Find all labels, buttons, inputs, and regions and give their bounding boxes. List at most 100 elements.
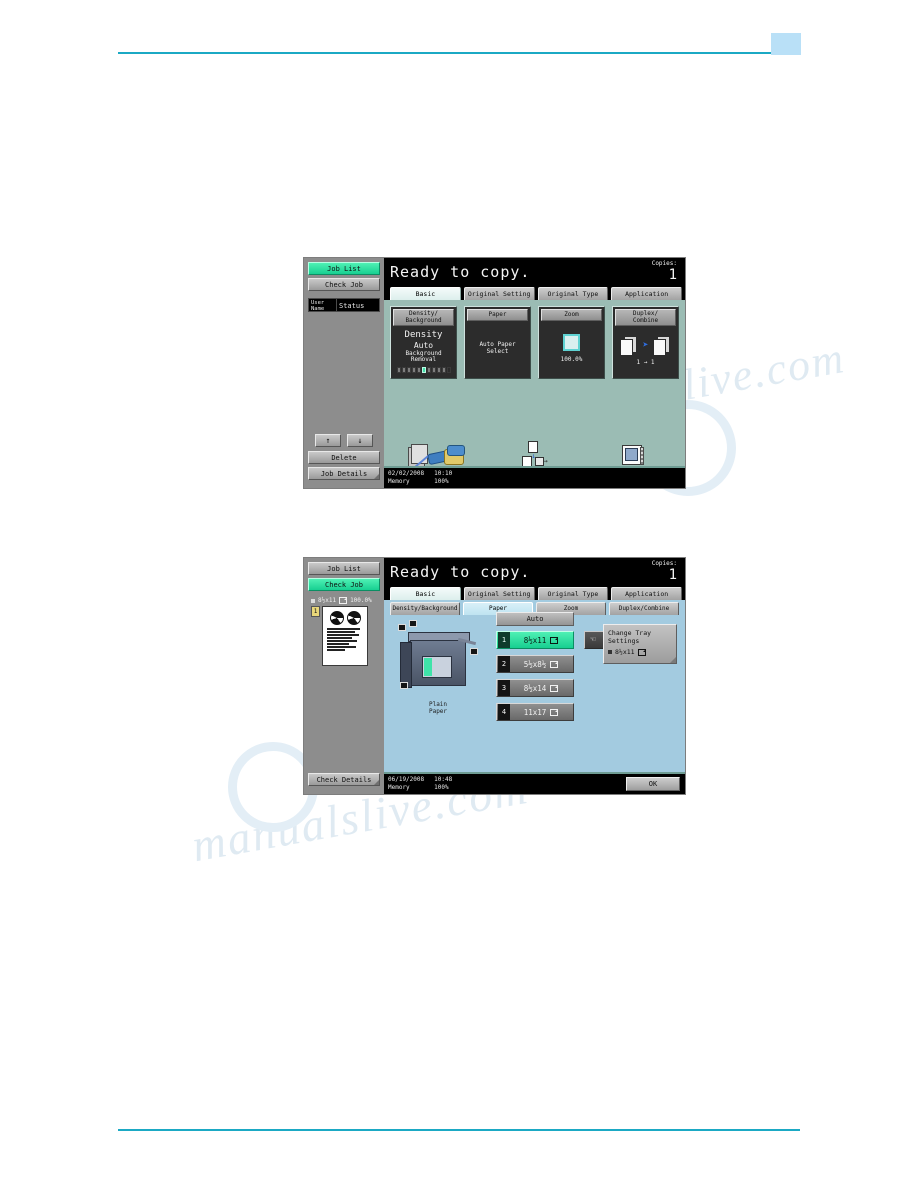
density-step-11[interactable] [446, 366, 451, 373]
tray-button-2[interactable]: 2 5½x8½ [496, 655, 574, 673]
job-table-header: User Name Status [308, 298, 380, 312]
card-paper-header: Paper [467, 309, 528, 321]
density-step-5[interactable] [416, 366, 421, 373]
preview-row: 1 [311, 606, 377, 666]
copier-panel-paper: Job List Check Job 8½x11 100.0% 1 Check … [303, 557, 686, 795]
card-paper-header-line1: Paper [488, 310, 507, 318]
density-step-9[interactable] [436, 366, 441, 373]
tab-application[interactable]: Application [611, 587, 682, 600]
orientation-icon [550, 684, 559, 692]
copier-screen: Ready to copy. Copies: 1 Basic Original … [384, 558, 685, 794]
card-zoom[interactable]: Zoom 100.0% [538, 306, 605, 379]
density-step-8[interactable] [431, 366, 436, 373]
density-step-1[interactable] [396, 366, 401, 373]
duplex-illustration: ➤ [620, 335, 671, 356]
printer-illustration: Plain Paper [396, 618, 480, 714]
density-step-4[interactable] [411, 366, 416, 373]
status-message: Ready to copy. [390, 563, 531, 581]
pie-chart-thumb-icon [329, 611, 344, 625]
orientation-icon [339, 597, 348, 604]
copies-indicator: Copies: 1 [652, 260, 677, 282]
paper-selection-area: Plain Paper Auto 1 8½x11 2 5½x8½ 3 8½x14… [384, 600, 685, 772]
density-step-3[interactable] [406, 366, 411, 373]
auto-paper-button[interactable]: Auto [496, 612, 574, 626]
status-memory-value: 100% [434, 478, 449, 485]
feature-card-row: Density/ Background Density Auto Backgro… [384, 300, 685, 379]
card-density-body: Density Auto Background Removal [393, 326, 454, 376]
card-paper[interactable]: Paper Auto Paper Select [464, 306, 531, 379]
density-step-7[interactable] [426, 366, 431, 373]
thumbnail-images [326, 611, 364, 625]
tray-button-4[interactable]: 4 11x17 [496, 703, 574, 721]
zoom-value: 100.0% [560, 355, 583, 363]
tab-basic[interactable]: Basic [390, 587, 461, 600]
tab-original-setting[interactable]: Original Setting [463, 587, 535, 600]
page-header-marker [771, 33, 801, 55]
check-details-button[interactable]: Check Details [308, 773, 380, 786]
title-bar: Ready to copy. Copies: 1 [384, 558, 685, 586]
tab-application[interactable]: Application [611, 287, 682, 300]
copies-indicator: Copies: 1 [652, 560, 677, 582]
duplex-value: 1 → 1 [636, 358, 655, 366]
tray-button-3[interactable]: 3 8½x14 [496, 679, 574, 697]
status-message: Ready to copy. [390, 263, 531, 281]
job-table-body[interactable] [308, 312, 380, 434]
card-density-header: Density/ Background [393, 309, 454, 326]
paper-type-label: Plain Paper [396, 701, 480, 715]
status-memory-value: 100% [434, 784, 449, 791]
tray-number: 3 [498, 680, 510, 696]
page-footer-rule [118, 1129, 800, 1131]
scroll-up-arrow-icon[interactable]: ↑ [315, 434, 341, 447]
tray-size: 11x17 [510, 708, 572, 717]
preview-zoom: 100.0% [350, 597, 372, 604]
preview-size: 8½x11 [318, 597, 337, 604]
change-tray-settings-button[interactable]: Change Tray Settings 8½x11 [603, 624, 677, 664]
preview-thumbnail[interactable] [322, 606, 368, 666]
density-step-10[interactable] [441, 366, 446, 373]
check-job-button[interactable]: Check Job [308, 578, 380, 591]
card-zoom-header: Zoom [541, 309, 602, 321]
tray-size: 8½x14 [510, 684, 572, 693]
paper-size-icon [608, 650, 612, 654]
ok-button[interactable]: OK [626, 777, 680, 791]
job-table-col-status: Status [339, 302, 365, 310]
card-density-background[interactable]: Density/ Background Density Auto Backgro… [390, 306, 457, 379]
paper-work-area: Density/ Background Paper Zoom Duplex/ C… [384, 600, 685, 794]
card-duplex-combine[interactable]: Duplex/ Combine ➤ 1 → 1 [612, 306, 679, 379]
density-step-2[interactable] [401, 366, 406, 373]
status-date: 02/02/2008 [388, 470, 425, 477]
hand-feed-icon: ☜ [590, 635, 596, 645]
delete-button[interactable]: Delete [308, 451, 380, 464]
main-tab-row: Basic Original Setting Original Type App… [384, 586, 685, 600]
tab-original-type[interactable]: Original Type [537, 287, 609, 300]
zoom-ratio-icon [563, 333, 580, 351]
job-table-col-user: User Name [309, 299, 337, 312]
job-details-button[interactable]: Job Details [308, 467, 380, 480]
tab-basic[interactable]: Basic [390, 287, 461, 300]
job-list-button[interactable]: Job List [308, 262, 380, 275]
finishing-icon [408, 441, 466, 471]
copier-panel-basic: Job List Check Job User Name Status ↑ ↓ … [303, 257, 686, 489]
density-scale[interactable] [396, 366, 451, 373]
scroll-down-arrow-icon[interactable]: ↓ [347, 434, 373, 447]
output-sheet-icon [652, 335, 671, 356]
tab-original-type[interactable]: Original Type [537, 587, 609, 600]
density-label: Density [404, 329, 443, 340]
job-list-button[interactable]: Job List [308, 562, 380, 575]
check-job-button[interactable]: Check Job [308, 278, 380, 291]
tab-original-setting[interactable]: Original Setting [463, 287, 535, 300]
tray-button-1[interactable]: 1 8½x11 [496, 631, 574, 649]
change-tray-current-size: 8½x11 [608, 648, 672, 656]
status-time: 10:48 [434, 776, 453, 783]
job-scroll-arrows: ↑ ↓ [308, 434, 380, 447]
tray-number: 4 [498, 704, 510, 720]
tray-button-column: Auto 1 8½x11 2 5½x8½ 3 8½x14 4 11x17 [496, 612, 574, 727]
density-step-6[interactable] [421, 366, 426, 373]
tray-number: 2 [498, 656, 510, 672]
separate-scan-icon: ↓ → [519, 441, 549, 467]
card-density-header-line2: Background [405, 316, 442, 324]
status-bar: 02/02/2008 Memory 10:10 100% [384, 466, 685, 488]
background-removal-line2: Removal [410, 356, 437, 363]
original-sheet-icon [620, 335, 638, 356]
orientation-icon [550, 636, 559, 644]
